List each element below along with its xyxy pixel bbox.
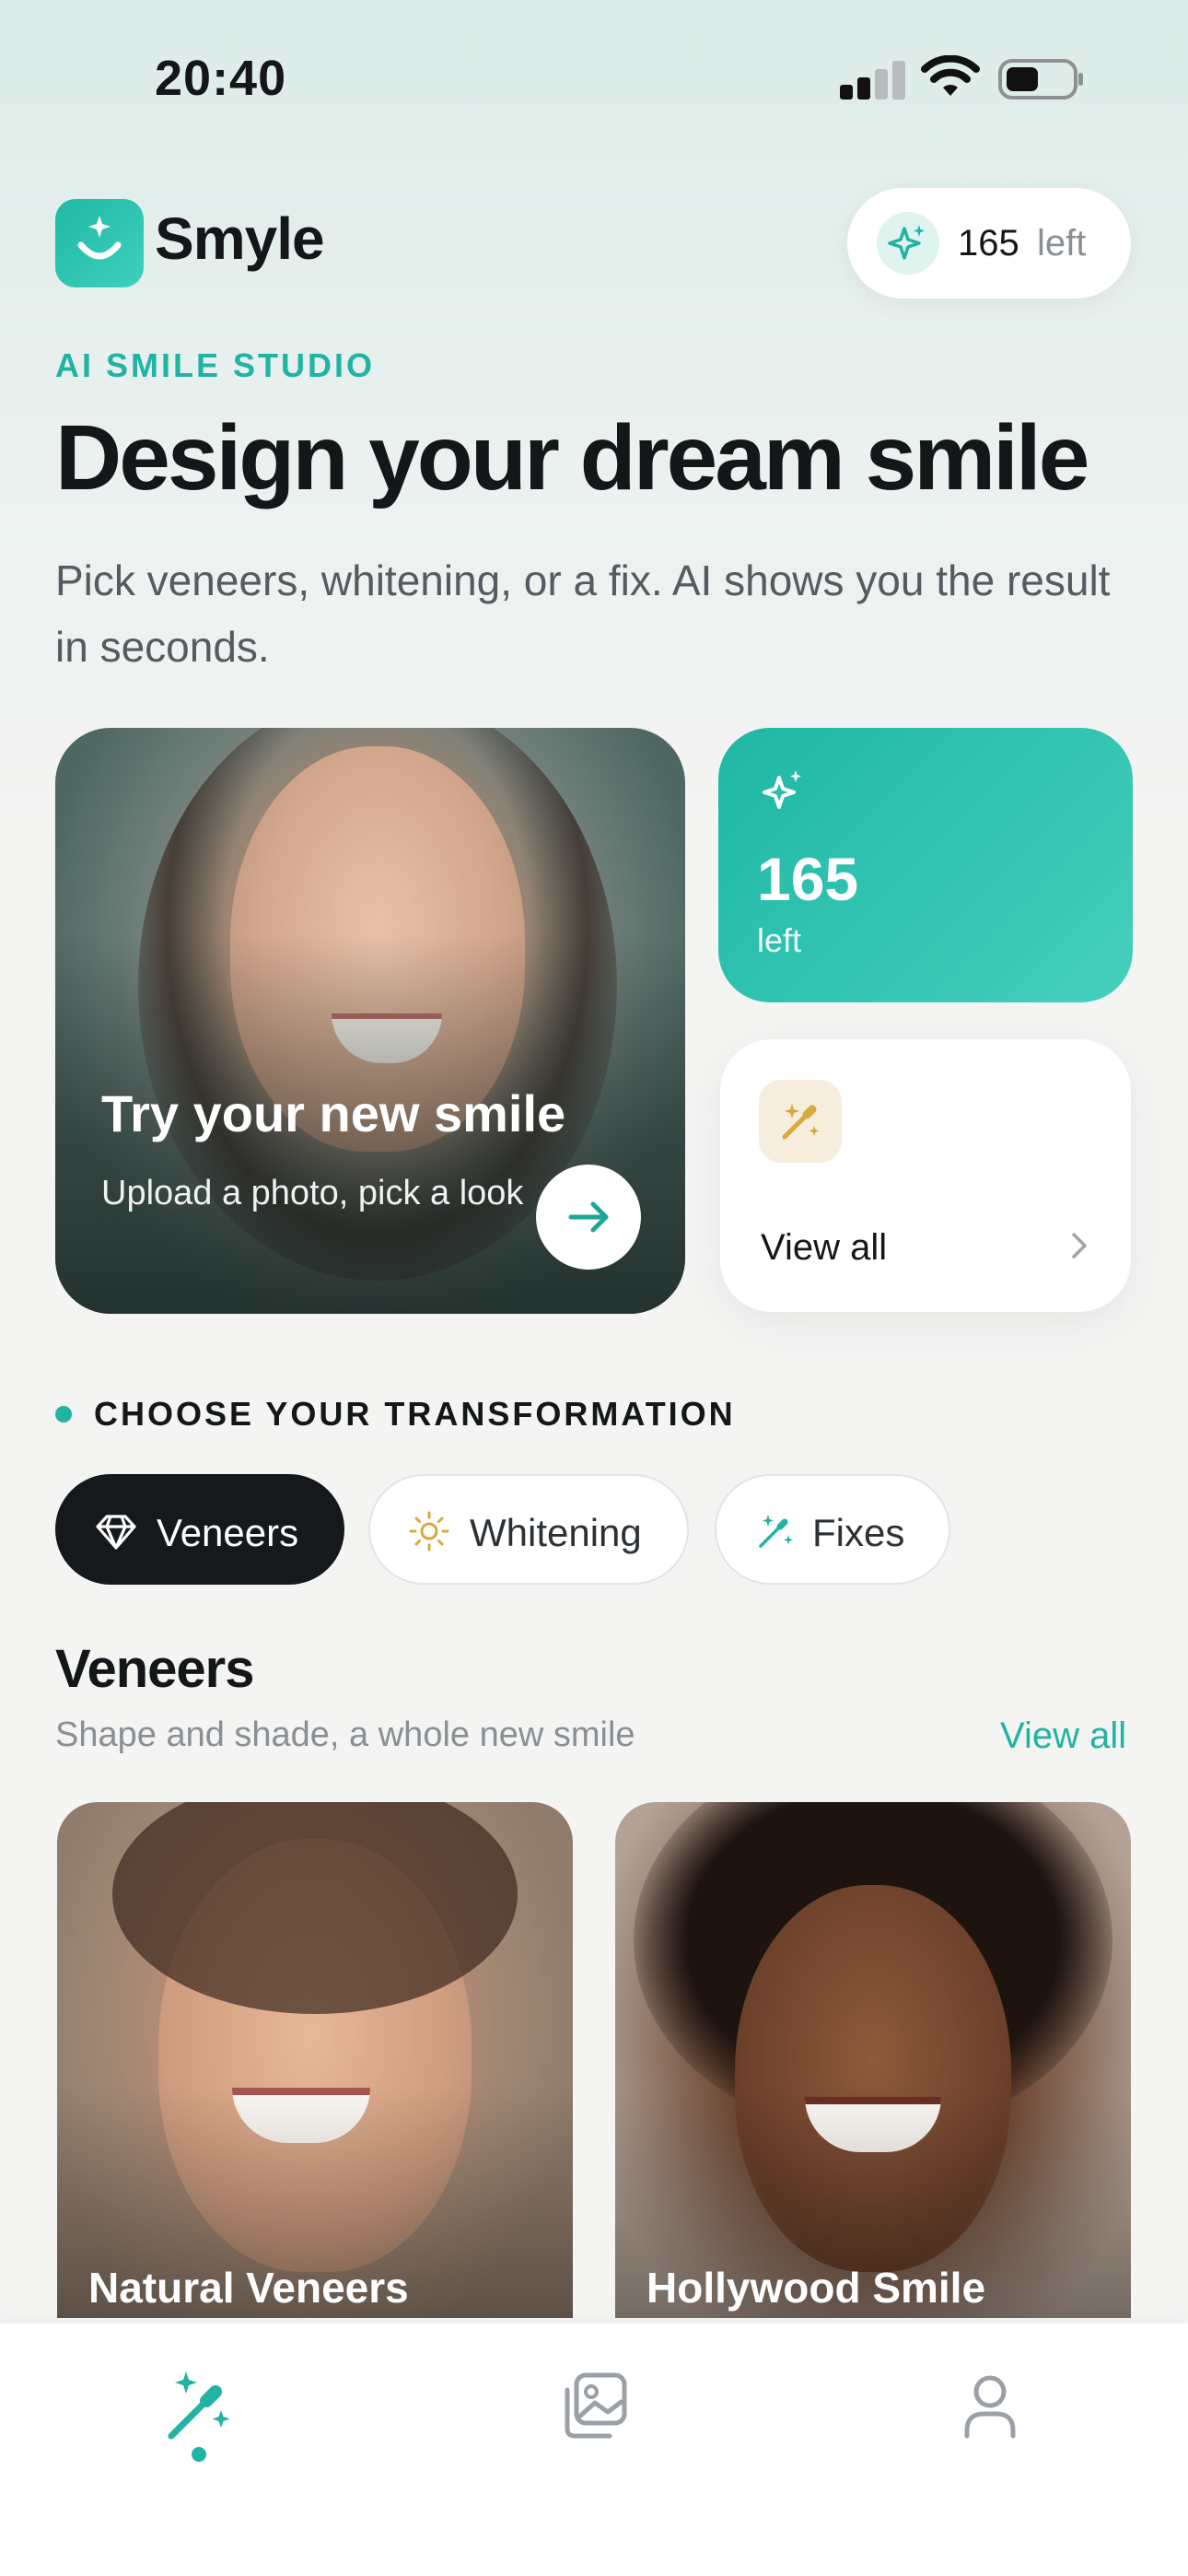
screen: 20:40 Smyle 165 left AI SMILE STUDIO Des… (0, 0, 1188, 2576)
tab-profile-icon[interactable] (949, 2364, 1031, 2447)
battery-icon (998, 59, 1083, 100)
section-dot (55, 1406, 72, 1423)
chip-label: Fixes (812, 1511, 905, 1554)
page-title: Design your dream smile (55, 406, 1089, 509)
magic-wand-icon (759, 1515, 793, 1548)
chip-fixes[interactable]: Fixes (715, 1474, 950, 1585)
view-all-label: View all (761, 1227, 888, 1268)
sun-icon (409, 1511, 449, 1551)
credits-suffix: left (1037, 223, 1087, 263)
hero-subtitle: Pick veneers, whitening, or a fix. AI sh… (55, 556, 1111, 671)
wifi-icon (921, 55, 980, 96)
sparkle-icon (763, 770, 801, 809)
chip-label: Whitening (470, 1511, 642, 1554)
credits-value: 165 (757, 845, 859, 913)
magic-wand-icon (759, 1080, 842, 1163)
credits-label: left (757, 921, 802, 959)
cellular-signal-icon (840, 61, 905, 100)
chip-veneers[interactable]: Veneers (55, 1474, 344, 1585)
credits-count: 165 (958, 223, 1019, 263)
try-smile-card[interactable]: Try your new smile Upload a photo, pick … (55, 728, 685, 1314)
product-card-natural-veneers[interactable]: Natural Veneers (57, 1802, 573, 2318)
section-label: CHOOSE YOUR TRANSFORMATION (94, 1395, 736, 1433)
app-logo (55, 199, 144, 287)
arrow-right-button[interactable] (536, 1165, 641, 1270)
tab-create-magic-wand-icon[interactable] (158, 2364, 241, 2447)
category-subtitle: Shape and shade, a whole new smile (55, 1715, 635, 1754)
category-title: Veneers (55, 1639, 255, 1699)
feature-title: Try your new smile (101, 1084, 566, 1142)
tab-bar (0, 2324, 1188, 2576)
view-all-link[interactable]: View all (1000, 1715, 1126, 1757)
product-label: Hollywood Smile (646, 2264, 986, 2312)
tab-gallery-icon[interactable] (553, 2364, 635, 2447)
status-time: 20:40 (155, 51, 287, 106)
hero-eyebrow: AI SMILE STUDIO (55, 346, 376, 384)
chip-label: Veneers (157, 1511, 299, 1554)
credits-card[interactable]: 165 left (718, 728, 1133, 1002)
chip-whitening[interactable]: Whitening (368, 1474, 689, 1585)
product-card-hollywood-smile[interactable]: Hollywood Smile (615, 1802, 1131, 2318)
product-label: Natural Veneers (88, 2264, 409, 2312)
status-bar: 20:40 (0, 0, 1188, 157)
credits-badge[interactable]: 165 left (847, 188, 1131, 299)
feature-subtitle: Upload a photo, pick a look (101, 1174, 524, 1212)
chevron-right-icon (1072, 1233, 1087, 1259)
sparkle-icon (877, 212, 939, 275)
view-all-card[interactable]: View all (720, 1039, 1131, 1312)
brand-name: Smyle (155, 205, 325, 272)
active-tab-indicator (192, 2447, 206, 2462)
diamond-icon (96, 1515, 136, 1550)
arrow-right-icon (568, 1201, 609, 1233)
